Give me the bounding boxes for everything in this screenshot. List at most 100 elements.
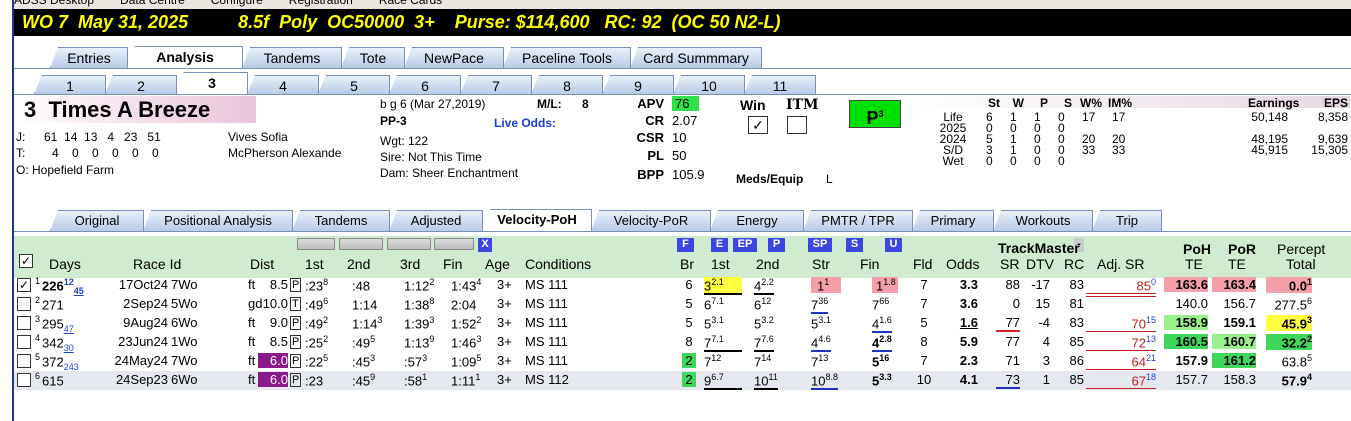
sort-1st-button[interactable]: [297, 238, 335, 250]
pp-row[interactable]: ✓ 1 2261245 17Oct24 7Wo ft 8.5 P:238:48 1:122 1:4…: [14, 276, 1351, 296]
horse-tab-10[interactable]: 10: [673, 75, 745, 94]
pp-row[interactable]: 2 271 2Sep24 5Wo gd 10.0 T:496 1:14 1:388 2:04 3+ M…: [14, 295, 1351, 315]
sub-tab-2[interactable]: Tandems: [292, 210, 390, 231]
sub-tab-4[interactable]: Velocity-PoH: [482, 209, 592, 231]
col-header-p2[interactable]: 2nd: [756, 256, 779, 272]
sub-tab-7[interactable]: PMTR / TPR: [803, 210, 913, 231]
pp-row[interactable]: 3 29547 9Aug24 6Wo ft 9.0 P:492 1:143 1:393 1:522…: [14, 314, 1351, 334]
cell-br: 5: [685, 315, 693, 330]
sort-3rd-button[interactable]: [387, 238, 431, 250]
row-checkbox[interactable]: [17, 335, 31, 349]
cell-c2: :459: [352, 372, 375, 388]
filter-p-button[interactable]: P: [768, 238, 785, 252]
sub-tab-6[interactable]: Energy: [710, 210, 804, 231]
col-header-poh[interactable]: PoH: [1183, 241, 1211, 257]
col-header-c3[interactable]: 3rd: [400, 256, 420, 272]
col-header-por[interactable]: PoR: [1228, 241, 1256, 257]
filter-s-button[interactable]: S: [846, 238, 863, 252]
main-tab-6[interactable]: Card Summmary: [630, 47, 762, 68]
horse-tab-6[interactable]: 6: [389, 75, 461, 94]
stats-cell-3-7: 15,305: [1311, 143, 1348, 157]
sub-tab-3[interactable]: Adjusted: [389, 210, 483, 231]
horse-tab-11[interactable]: 11: [744, 75, 816, 94]
horse-tab-8[interactable]: 8: [531, 75, 603, 94]
toolbar-item-3[interactable]: Registration: [289, 0, 353, 6]
sort-2nd-button[interactable]: [339, 238, 383, 250]
row-checkbox[interactable]: [17, 354, 31, 368]
horse-tab-5[interactable]: 5: [318, 75, 390, 94]
filter-u-button[interactable]: U: [885, 238, 902, 252]
select-all-checkbox[interactable]: ✓: [19, 254, 33, 268]
row-checkbox[interactable]: ✓: [17, 278, 31, 292]
row-checkbox[interactable]: [17, 316, 31, 330]
cell-pct-sup: 3: [1306, 315, 1312, 325]
main-tab-3[interactable]: Tote: [341, 47, 405, 68]
main-tab-2[interactable]: Tandems: [242, 47, 342, 68]
cell-dtv: 15: [1035, 296, 1050, 311]
col-header-c2[interactable]: 2nd: [347, 256, 370, 272]
cell-p2: 1011: [754, 372, 778, 391]
sub-tab-10[interactable]: Trip: [1092, 210, 1162, 231]
col-header-days[interactable]: Days: [49, 256, 81, 272]
sort-fin-button[interactable]: [434, 238, 474, 250]
clear-x-button[interactable]: X: [478, 238, 492, 252]
col-header-c1[interactable]: 1st: [305, 256, 324, 272]
col-header-rc[interactable]: RC: [1064, 256, 1084, 272]
horse-tab-3[interactable]: 3: [176, 72, 248, 94]
rating-value-0: 76: [672, 96, 700, 111]
toolbar-item-0[interactable]: ADSS Desktop: [14, 0, 94, 6]
col-header-odds[interactable]: Odds: [946, 256, 979, 272]
col-header-tm[interactable]: TrackMaster: [998, 240, 1080, 256]
horse-tab-4[interactable]: 4: [247, 75, 319, 94]
col-header-pct[interactable]: Percept: [1277, 241, 1325, 257]
main-tab-0[interactable]: Entries: [50, 47, 128, 68]
p-rating-badge[interactable]: P3: [849, 100, 901, 128]
sub-tab-1[interactable]: Positional Analysis: [143, 210, 293, 231]
col-header-adj[interactable]: Adj. SR: [1097, 256, 1144, 272]
col-header-fld[interactable]: Fld: [913, 256, 932, 272]
pp-row[interactable]: 4 34230 23Jun24 1Wo ft 8.5 P:252:495 1:139 1:463…: [14, 333, 1351, 353]
col-header-str[interactable]: Str: [812, 256, 830, 272]
filter-ep-button[interactable]: EP: [733, 238, 757, 252]
horse-tab-2[interactable]: 2: [105, 75, 177, 94]
pp-row[interactable]: 6 615 24Sep23 6Wo ft 6.0 P:23:459:581 1:111 3+ MS…: [14, 371, 1351, 391]
toolbar-item-2[interactable]: Configure: [211, 0, 263, 6]
toolbar-item-4[interactable]: Race Cards: [379, 0, 442, 6]
cell-dist: 8.5: [269, 277, 288, 292]
col-header-cond[interactable]: Conditions: [525, 256, 591, 272]
col-header-pfin[interactable]: Fin: [860, 256, 879, 272]
filter-f-button[interactable]: F: [677, 238, 694, 252]
sub-tab-9[interactable]: Workouts: [993, 210, 1093, 231]
col-header-te1[interactable]: TE: [1185, 256, 1203, 272]
main-tab-1[interactable]: Analysis: [127, 46, 243, 68]
col-header-fin[interactable]: Fin: [443, 256, 462, 272]
sub-tab-5[interactable]: Velocity-PoR: [591, 210, 711, 231]
col-header-total[interactable]: Total: [1286, 256, 1316, 272]
pp-row[interactable]: 5 372243 24May24 7Wo ft 6.0 P:225:453:573 1:095…: [14, 352, 1351, 372]
row-checkbox[interactable]: [17, 297, 31, 311]
horse-tab-7[interactable]: 7: [460, 75, 532, 94]
col-header-br[interactable]: Br: [680, 256, 694, 272]
col-header-p1[interactable]: 1st: [711, 256, 730, 272]
cell-pf: 11.8: [872, 277, 898, 294]
horse-tab-9[interactable]: 9: [602, 75, 674, 94]
filter-sp-button[interactable]: SP: [808, 238, 832, 252]
row-checkbox[interactable]: [17, 373, 31, 387]
col-header-dist[interactable]: Dist: [250, 256, 274, 272]
main-tab-5[interactable]: Paceline Tools: [503, 47, 631, 68]
horse-tab-1[interactable]: 1: [34, 75, 106, 94]
toolbar-item-1[interactable]: Data Centre: [120, 0, 185, 6]
cell-por: 160.7: [1212, 334, 1256, 349]
col-header-sr[interactable]: SR: [1000, 256, 1019, 272]
col-header-age[interactable]: Age: [485, 256, 510, 272]
itm-checkbox[interactable]: [787, 116, 807, 134]
stats-header-6: Earnings: [1248, 96, 1300, 110]
col-header-raceid[interactable]: Race Id: [133, 256, 181, 272]
filter-e-button[interactable]: E: [711, 238, 728, 252]
col-header-dtv[interactable]: DTV: [1026, 256, 1054, 272]
sub-tab-0[interactable]: Original: [50, 210, 144, 231]
col-header-te2[interactable]: TE: [1228, 256, 1246, 272]
sub-tab-8[interactable]: Primary: [912, 210, 994, 231]
win-checkbox[interactable]: ✓: [748, 116, 768, 134]
main-tab-4[interactable]: NewPace: [404, 47, 504, 68]
